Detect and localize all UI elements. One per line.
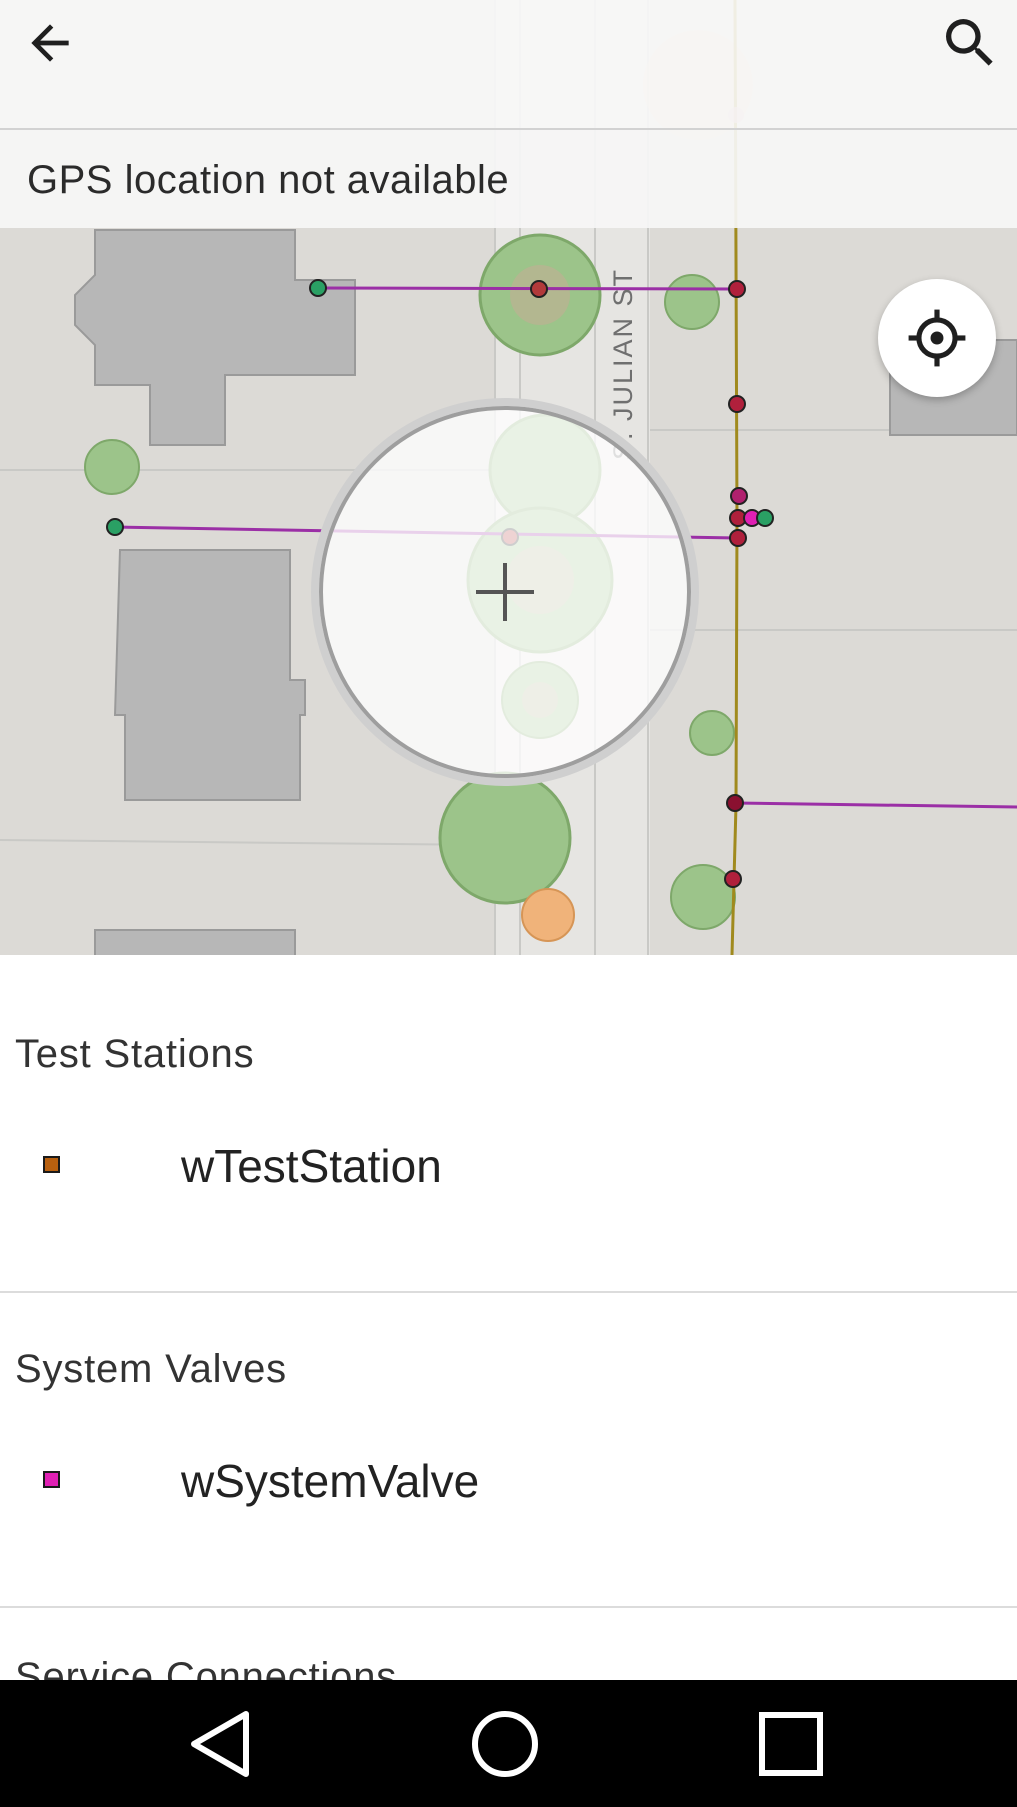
search-icon (946, 19, 993, 66)
nav-recents-button[interactable] (741, 1694, 841, 1794)
gps-status-text: GPS location not available (27, 158, 510, 202)
system-navigation-bar (0, 1680, 1017, 1807)
list-item-wteststation[interactable]: wTestStation (0, 1088, 1017, 1245)
nav-back-button[interactable] (170, 1694, 270, 1794)
nav-recents-icon (759, 1712, 823, 1776)
feature-type-list[interactable]: Test Stations wTestStation System Valves… (0, 955, 1017, 1680)
group-header-test-stations: Test Stations (15, 1032, 255, 1076)
divider (0, 1291, 1017, 1293)
top-toolbar (0, 0, 1017, 130)
nav-home-button[interactable] (455, 1694, 555, 1794)
target-reticle (311, 398, 699, 786)
nav-back-icon (191, 1711, 249, 1777)
list-item-label: wSystemValve (181, 1455, 480, 1507)
list-item-wsystemvalve[interactable]: wSystemValve (0, 1403, 1017, 1560)
crosshair-locate-icon (908, 309, 966, 367)
arrow-back-icon (31, 24, 69, 62)
locate-button[interactable] (878, 279, 996, 397)
list-item-label: wTestStation (181, 1140, 442, 1192)
nav-home-icon (472, 1711, 538, 1777)
building (113, 549, 306, 801)
divider (0, 1606, 1017, 1608)
teststation-symbol-icon (43, 1156, 60, 1173)
group-header-system-valves: System Valves (15, 1347, 287, 1391)
building (94, 929, 296, 955)
systemvalve-symbol-icon (43, 1471, 60, 1488)
group-header-service-connections: Service Connections (15, 1655, 398, 1680)
gps-status-banner: GPS location not available (0, 130, 1017, 228)
back-button[interactable] (10, 3, 90, 83)
building (74, 229, 356, 446)
search-button[interactable] (930, 3, 1010, 83)
